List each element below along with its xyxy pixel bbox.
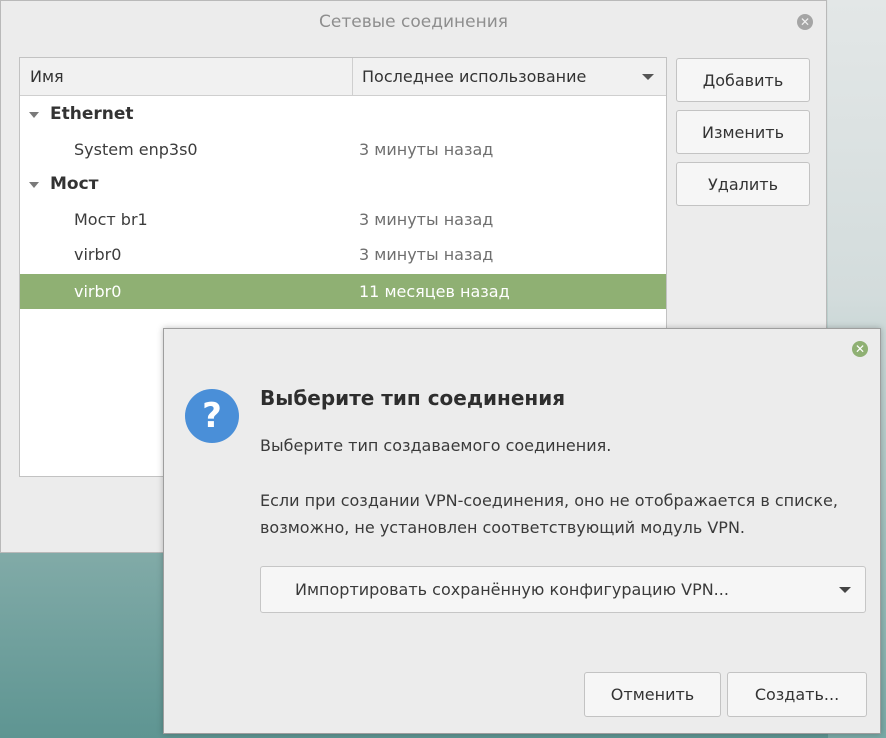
connection-row[interactable]: virbr0 3 минуты назад xyxy=(20,237,666,272)
group-row-bridge[interactable]: Мост xyxy=(20,167,666,202)
group-label: Ethernet xyxy=(50,104,134,124)
delete-button[interactable]: Удалить xyxy=(676,162,810,206)
chevron-down-icon xyxy=(839,587,851,593)
add-button[interactable]: Добавить xyxy=(676,58,810,102)
connection-name: Мост br1 xyxy=(74,210,148,229)
connection-row[interactable]: Мост br1 3 минуты назад xyxy=(20,202,666,237)
dialog-description: Выберите тип создаваемого соединения. xyxy=(260,436,612,455)
expander-icon[interactable] xyxy=(29,112,39,118)
connection-type-select-value: Импортировать сохранённую конфигурацию V… xyxy=(295,580,729,599)
edit-button[interactable]: Изменить xyxy=(676,110,810,154)
connection-name: virbr0 xyxy=(74,245,122,264)
create-button[interactable]: Создать... xyxy=(727,672,867,717)
window-close-icon[interactable]: ✕ xyxy=(797,14,813,30)
expander-icon[interactable] xyxy=(29,182,39,188)
connection-name: virbr0 xyxy=(74,282,122,301)
list-header: Имя Последнее использование xyxy=(20,58,666,96)
question-icon: ? xyxy=(185,389,239,443)
connection-last-used: 3 минуты назад xyxy=(359,210,494,229)
connection-last-used: 3 минуты назад xyxy=(359,140,494,159)
dialog-vpn-note: Если при создании VPN-соединения, оно не… xyxy=(260,491,838,537)
window-titlebar[interactable]: Сетевые соединения xyxy=(1,1,826,43)
group-label: Мост xyxy=(50,174,99,194)
column-header-last-used[interactable]: Последнее использование xyxy=(353,58,666,95)
group-row-ethernet[interactable]: Ethernet xyxy=(20,97,666,132)
column-header-name[interactable]: Имя xyxy=(20,58,353,95)
connection-name: System enp3s0 xyxy=(74,140,198,159)
window-title: Сетевые соединения xyxy=(319,12,508,32)
dialog-close-icon[interactable]: ✕ xyxy=(852,341,868,357)
column-header-last-used-label: Последнее использование xyxy=(362,67,587,86)
connection-row[interactable]: System enp3s0 3 минуты назад xyxy=(20,132,666,167)
connection-last-used: 3 минуты назад xyxy=(359,245,494,264)
dialog-titlebar[interactable] xyxy=(164,329,880,367)
connection-type-select[interactable]: Импортировать сохранённую конфигурацию V… xyxy=(260,566,866,613)
dialog-heading: Выберите тип соединения xyxy=(260,386,566,410)
connection-row-selected[interactable]: virbr0 11 месяцев назад xyxy=(20,274,666,309)
connection-type-dialog: ✕ ? Выберите тип соединения Выберите тип… xyxy=(163,328,881,734)
connection-last-used: 11 месяцев назад xyxy=(359,282,510,301)
sort-descending-icon xyxy=(642,74,654,80)
cancel-button[interactable]: Отменить xyxy=(584,672,721,717)
